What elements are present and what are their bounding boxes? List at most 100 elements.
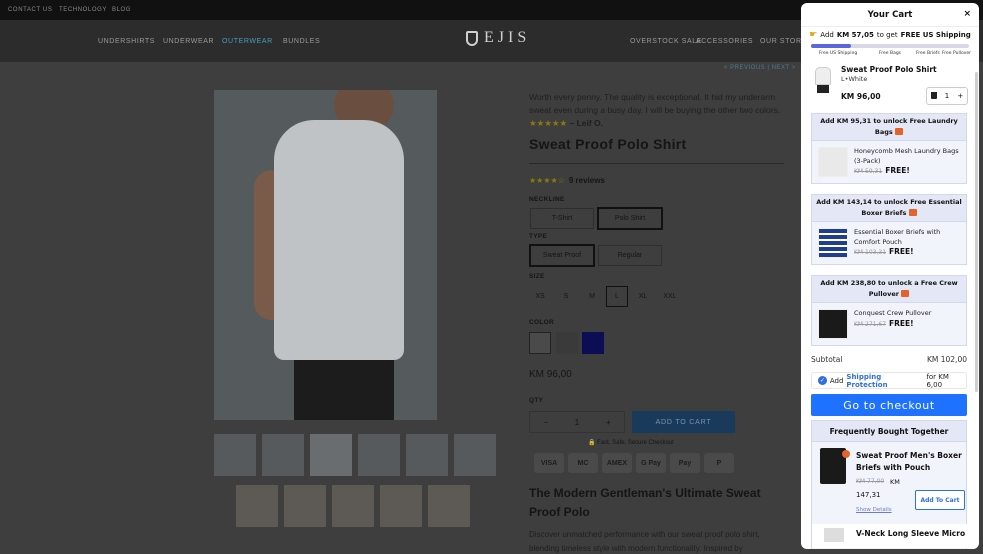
upsell-laundry-bags: Add KM 95,31 to unlock Free Laundry Bags…: [811, 113, 967, 185]
upsell-header-text: Add KM 143,14 to unlock Free Essential B…: [816, 198, 962, 218]
fbt-add-to-cart-button[interactable]: Add To Cart: [915, 490, 965, 510]
nav-bundles[interactable]: BUNDLES: [283, 38, 320, 45]
cart-scrollbar[interactable]: [975, 72, 978, 392]
product-rating[interactable]: ★★★★☆ 9 reviews: [529, 176, 605, 185]
cart-title: Your Cart: [867, 10, 913, 20]
upsell-name[interactable]: Conquest Crew Pullover: [854, 308, 966, 318]
thumbnail[interactable]: [428, 485, 470, 527]
close-icon[interactable]: ×: [963, 9, 971, 19]
nav-accessories[interactable]: ACCESSORIES: [696, 38, 753, 45]
subtotal-label: Subtotal: [811, 355, 843, 364]
thumbnail[interactable]: [358, 434, 400, 476]
check-icon[interactable]: ✓: [818, 376, 827, 385]
upsell-header-text: Add KM 95,31 to unlock Free Laundry Bags: [820, 117, 958, 137]
thumbnail[interactable]: [332, 485, 374, 527]
size-xl[interactable]: XL: [632, 286, 654, 307]
color-swatch-grey[interactable]: [556, 332, 578, 354]
nav-our-story[interactable]: OUR STORY: [760, 38, 807, 45]
brand-logo[interactable]: EJIS: [466, 29, 530, 47]
fbt-title: Frequently Bought Together: [812, 421, 966, 442]
checkout-button[interactable]: Go to checkout: [811, 394, 967, 416]
amex-icon: AMEX: [602, 453, 632, 473]
nav-undershirts[interactable]: UNDERSHIRTS: [98, 38, 155, 45]
milestone-label: Free Briefs: [916, 51, 940, 56]
show-details-link[interactable]: Show Details: [856, 507, 892, 513]
type-sweat-proof[interactable]: Sweat Proof: [529, 244, 595, 267]
thumbnail[interactable]: [310, 434, 352, 476]
cart-qty-value[interactable]: 1: [940, 92, 953, 100]
neckline-polo[interactable]: Polo Shirt: [597, 207, 663, 230]
thumbnail[interactable]: [284, 485, 326, 527]
technology-link[interactable]: TECHNOLOGY: [59, 7, 107, 13]
size-label: SIZE: [529, 273, 545, 280]
type-regular[interactable]: Regular: [598, 245, 662, 266]
color-swatch-white[interactable]: [529, 332, 551, 354]
free-label: FREE!: [889, 319, 914, 329]
upsell-header: Add KM 238,80 to unlock a Free Crew Pull…: [812, 276, 966, 304]
rewards-progress-bar: [811, 44, 969, 48]
review-stars: ★★★★★: [529, 117, 568, 128]
pointing-hand-icon: ☛: [809, 30, 818, 40]
blog-link[interactable]: BLOG: [112, 7, 131, 13]
contact-us-link[interactable]: CONTACT US: [8, 7, 52, 13]
old-price: KM 103,31: [854, 249, 887, 257]
apple-pay-icon: Pay: [670, 453, 700, 473]
gift-icon: [895, 128, 904, 136]
paypal-icon: P: [704, 453, 734, 473]
upsell-header: Add KM 95,31 to unlock Free Laundry Bags: [812, 114, 966, 142]
cart-qty-plus[interactable]: +: [954, 92, 967, 100]
thumbnail[interactable]: [380, 485, 422, 527]
product-pager[interactable]: < PREVIOUS | NEXT >: [724, 65, 796, 71]
thumbnail[interactable]: [262, 434, 304, 476]
neckline-tshirt[interactable]: T-Shirt: [530, 208, 594, 229]
size-xxl[interactable]: XXL: [659, 286, 681, 307]
neckline-label: NECKLINE: [529, 196, 565, 203]
size-xs[interactable]: XS: [529, 286, 551, 307]
thumbnail[interactable]: [406, 434, 448, 476]
ship-amount: KM 57,05: [836, 31, 874, 39]
secure-text: Fast, Safe, Secure Checkout: [597, 440, 674, 446]
thumbnail-row-2: [236, 485, 470, 527]
qty-minus-button[interactable]: −: [530, 418, 561, 427]
upsell-name[interactable]: Honeycomb Mesh Laundry Bags (3-Pack): [854, 146, 966, 167]
thumbnail[interactable]: [454, 434, 496, 476]
protect-post: for KM 6,00: [926, 372, 949, 389]
review-text: Worth every penny. The quality is except…: [529, 92, 781, 115]
nav-underwear[interactable]: UNDERWEAR: [163, 38, 214, 45]
product-main-image[interactable]: [214, 90, 437, 420]
fbt-product-2-name[interactable]: V-Neck Long Sleeve Micro: [856, 529, 965, 538]
add-to-cart-button[interactable]: ADD TO CART: [632, 411, 735, 433]
old-price: KM 59,31: [854, 168, 883, 176]
milestone-label: Free Pullover: [942, 51, 972, 56]
size-l[interactable]: L: [606, 286, 628, 307]
subtotal-value: KM 102,00: [926, 355, 967, 364]
size-s[interactable]: S: [555, 286, 577, 307]
thumbnail[interactable]: [236, 485, 278, 527]
shipping-protection-link[interactable]: Shipping Protection: [846, 373, 923, 389]
polo-thumbnail: [811, 65, 835, 95]
qty-value[interactable]: 1: [561, 418, 592, 427]
upsell-price: KM 59,31 FREE!: [854, 166, 910, 175]
upsell-name[interactable]: Essential Boxer Briefs with Comfort Pouc…: [854, 227, 966, 248]
size-m[interactable]: M: [581, 286, 603, 307]
laundry-bag-image: [818, 147, 848, 178]
item-name[interactable]: Sweat Proof Polo Shirt: [841, 65, 937, 74]
cart-drawer: Your Cart × ☛ Add KM 57,05 to get FREE U…: [801, 3, 979, 549]
trash-button[interactable]: [927, 91, 940, 101]
long-sleeve-image: [824, 528, 844, 542]
free-shipping-message: ☛ Add KM 57,05 to get FREE US Shipping: [801, 30, 979, 40]
fbt-product-name[interactable]: Sweat Proof Men's Boxer Briefs with Pouc…: [856, 450, 964, 474]
fbt-new-price: 147,31: [856, 491, 881, 499]
free-label: FREE!: [885, 166, 910, 176]
shipping-protection-toggle[interactable]: ✓ Add Shipping Protection for KM 6,00: [811, 372, 967, 389]
fbt-product: Sweat Proof Men's Boxer Briefs with Pouc…: [812, 442, 966, 522]
ship-mid: to get: [876, 31, 898, 39]
nav-overstock-sale[interactable]: OVERSTOCK SALE: [630, 38, 702, 45]
mastercard-icon: MC: [568, 453, 598, 473]
ship-goal: FREE US Shipping: [900, 31, 971, 39]
qty-plus-button[interactable]: +: [593, 418, 624, 427]
color-swatch-navy[interactable]: [582, 332, 604, 354]
thumbnail[interactable]: [214, 434, 256, 476]
nav-outerwear[interactable]: OUTERWEAR: [222, 38, 273, 45]
item-price: KM 96,00: [841, 92, 881, 101]
